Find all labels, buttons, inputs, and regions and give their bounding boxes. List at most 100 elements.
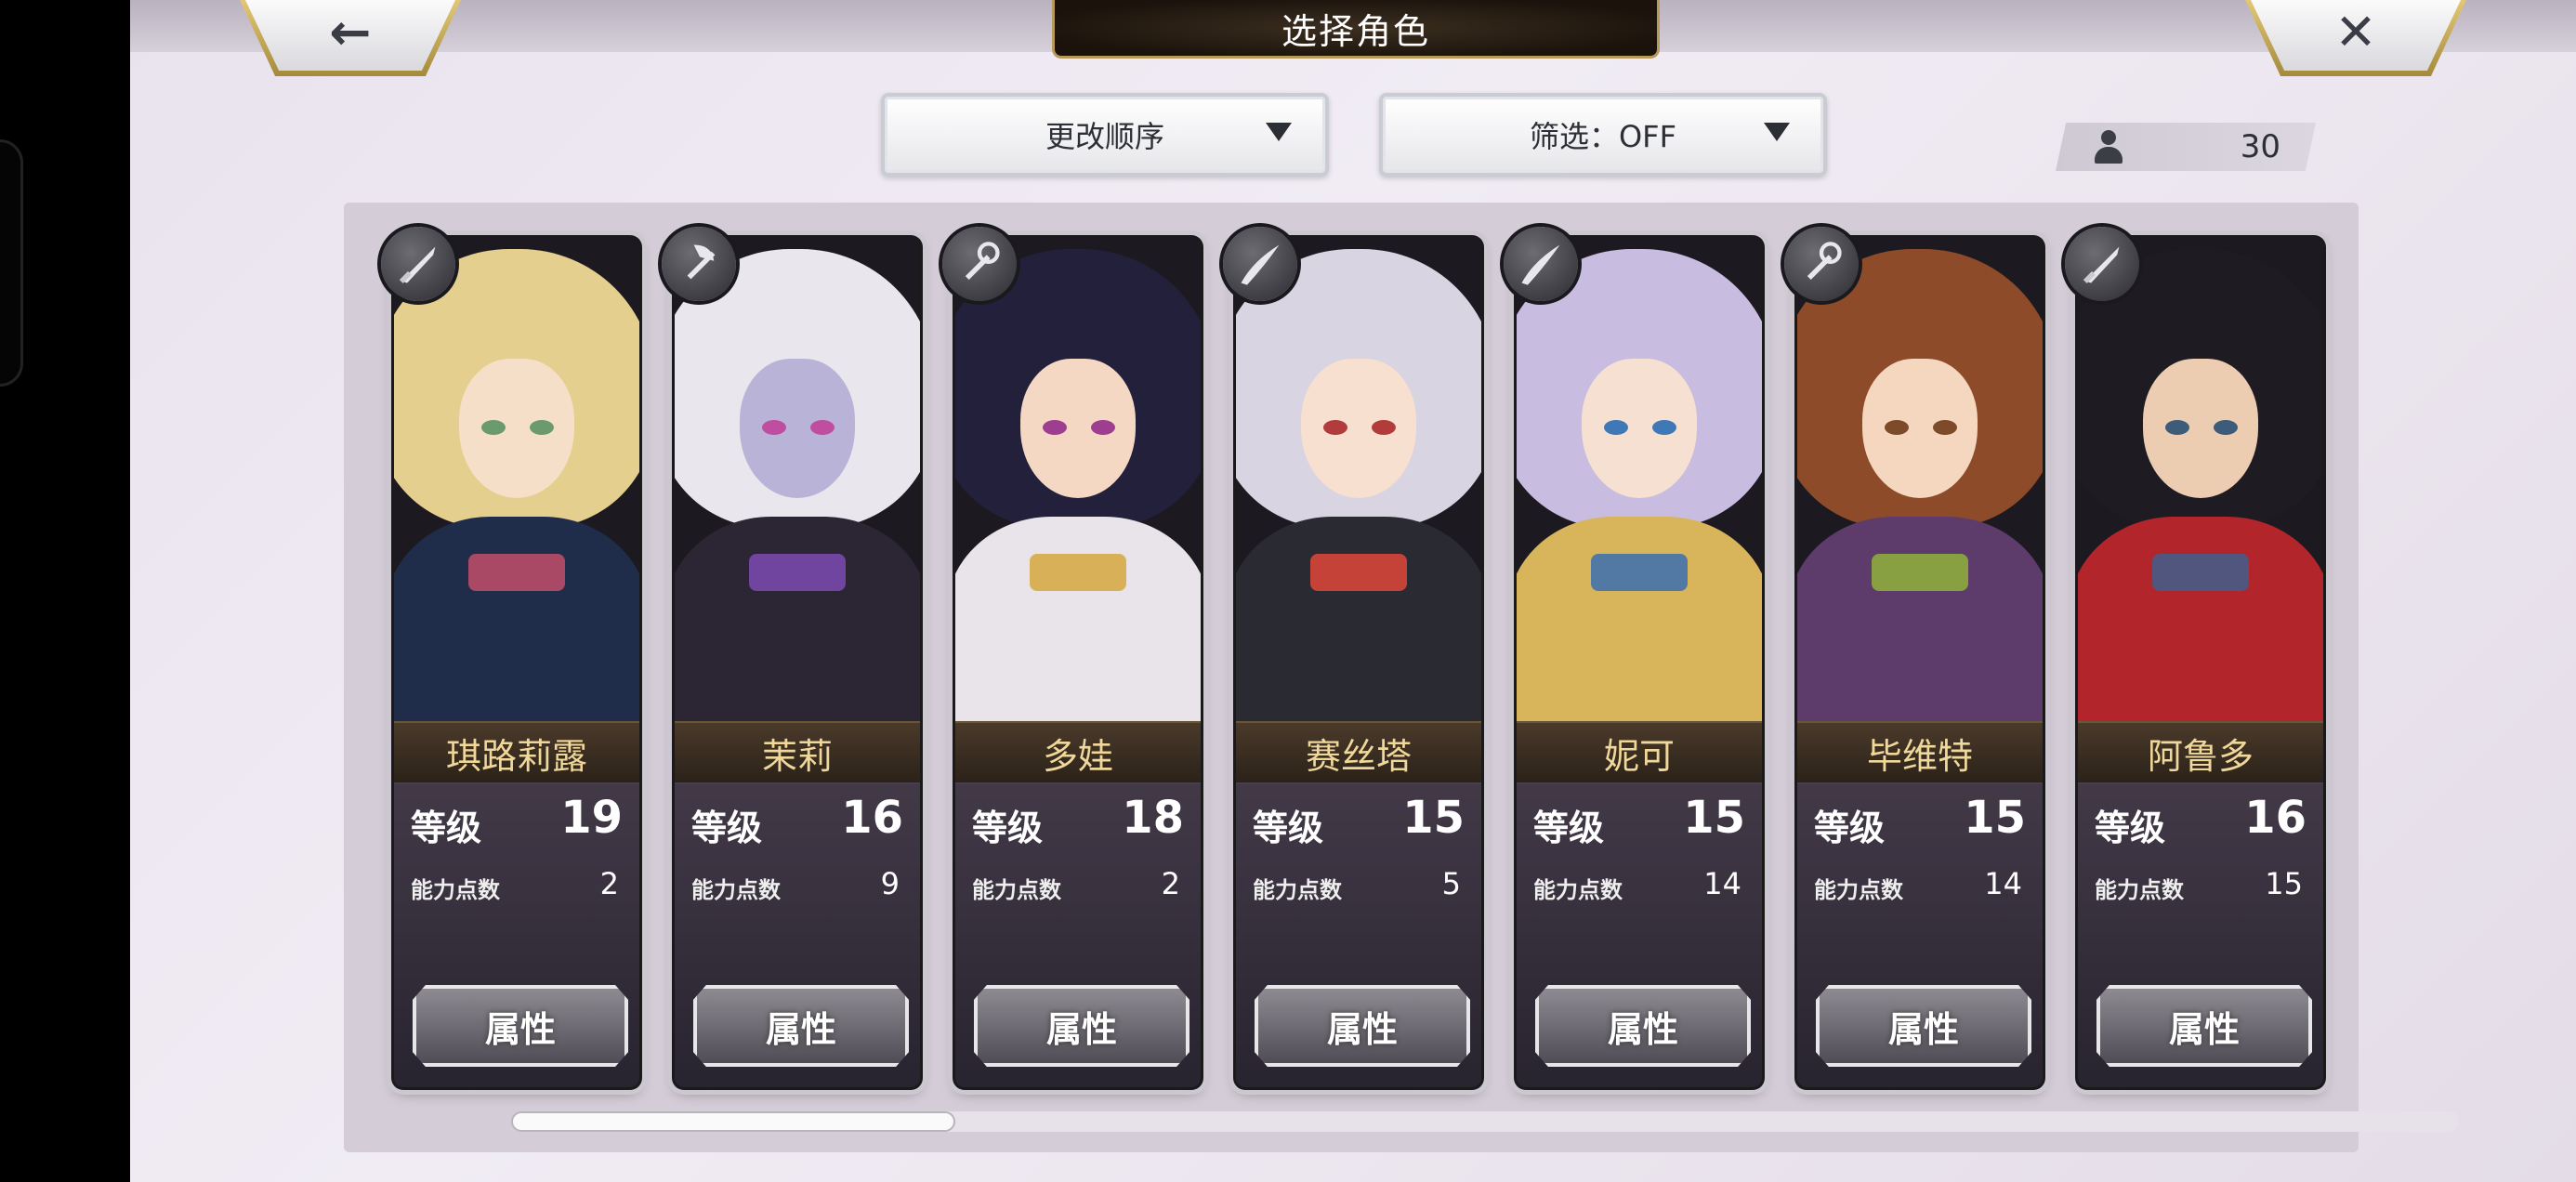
title-plate: 选择角色 (1052, 0, 1660, 59)
portrait-outfit (955, 517, 1201, 721)
character-card[interactable]: 多娃 等级 18 能力点数 2 (955, 238, 1201, 1087)
attributes-button[interactable]: 属性 (1255, 985, 1470, 1067)
portrait-outfit (1517, 517, 1762, 721)
attributes-button[interactable]: 属性 (1816, 985, 2031, 1067)
attributes-button-label: 属性 (1887, 1008, 1959, 1050)
ability-points-label: 能力点数 (411, 877, 500, 903)
portrait-face (459, 359, 574, 498)
filter-dropdown[interactable]: 筛选：OFF (1379, 93, 1827, 177)
chevron-down-icon (1764, 123, 1790, 141)
portrait-eye (1323, 420, 1347, 435)
chevron-down-icon (1266, 123, 1292, 141)
attributes-button[interactable]: 属性 (2096, 985, 2312, 1067)
person-icon (2093, 130, 2124, 164)
level-label: 等级 (2095, 808, 2166, 848)
character-portrait (1797, 238, 2043, 721)
portrait-eye (1933, 420, 1957, 435)
character-name-bar: 赛丝塔 (1236, 721, 1481, 784)
ability-points-value: 15 (2265, 866, 2303, 901)
character-name-bar: 多娃 (955, 721, 1201, 784)
staff-icon (942, 227, 1017, 301)
page-title: 选择角色 (1281, 10, 1430, 52)
character-name-bar: 琪路莉露 (394, 721, 639, 784)
portrait-outfit (394, 517, 639, 721)
portrait-eye (530, 420, 554, 435)
level-label: 等级 (1253, 808, 1324, 848)
level-label: 等级 (691, 808, 763, 848)
character-name-bar: 茉莉 (675, 721, 920, 784)
attributes-button-label: 属性 (1326, 1008, 1398, 1050)
character-count: 30 (2056, 123, 2316, 171)
device-notch (0, 139, 23, 387)
ability-points-value: 14 (1703, 866, 1741, 901)
level-value: 15 (1683, 792, 1745, 844)
portrait-eye (1043, 420, 1067, 435)
portrait-accent (1310, 554, 1407, 591)
ability-points-label: 能力点数 (972, 877, 1061, 903)
level-label: 等级 (411, 808, 482, 848)
attributes-button-label: 属性 (1607, 1008, 1678, 1050)
ability-points-value: 2 (1161, 866, 1180, 901)
attributes-button[interactable]: 属性 (413, 985, 628, 1067)
character-name: 赛丝塔 (1305, 735, 1412, 777)
sort-dropdown[interactable]: 更改顺序 (881, 93, 1329, 177)
level-value: 18 (1122, 792, 1184, 844)
sort-label: 更改顺序 (1045, 119, 1164, 154)
attributes-button[interactable]: 属性 (974, 985, 1189, 1067)
character-card[interactable]: 赛丝塔 等级 15 能力点数 5 (1236, 238, 1481, 1087)
portrait-eye (1091, 420, 1115, 435)
back-arrow-icon: ← (329, 3, 372, 61)
device-bezel (0, 0, 130, 1182)
portrait-face (1862, 359, 1978, 498)
level-label: 等级 (972, 808, 1044, 848)
blade-icon (1504, 227, 1578, 301)
portrait-outfit (675, 517, 920, 721)
portrait-eye (1652, 420, 1676, 435)
portrait-eye (2165, 420, 2189, 435)
character-card[interactable]: 琪路莉露 等级 19 能力点数 2 (394, 238, 639, 1087)
character-card[interactable]: 茉莉 等级 16 能力点数 9 (675, 238, 920, 1087)
back-button[interactable]: ← (245, 0, 455, 71)
ability-points-label: 能力点数 (1814, 877, 1903, 903)
portrait-face (1582, 359, 1697, 498)
attributes-button-label: 属性 (2168, 1008, 2240, 1050)
portrait-accent (749, 554, 846, 591)
character-name: 多娃 (1042, 735, 1113, 777)
character-portrait (1236, 238, 1481, 721)
attributes-button[interactable]: 属性 (693, 985, 909, 1067)
portrait-outfit (2078, 517, 2323, 721)
character-card[interactable]: 妮可 等级 15 能力点数 14 (1517, 238, 1762, 1087)
axe-icon (662, 227, 736, 301)
portrait-eye (1604, 420, 1628, 435)
portrait-outfit (1797, 517, 2043, 721)
level-value: 15 (1964, 792, 2026, 844)
close-icon: ✕ (2334, 3, 2377, 61)
scrollbar-thumb[interactable] (511, 1111, 955, 1132)
character-name-bar: 妮可 (1517, 721, 1762, 784)
portrait-eye (810, 420, 835, 435)
portrait-outfit (1236, 517, 1481, 721)
blade-icon (1223, 227, 1297, 301)
close-button[interactable]: ✕ (2251, 0, 2461, 71)
character-card[interactable]: 毕维特 等级 15 能力点数 14 (1797, 238, 2043, 1087)
game-screen: ← 选择角色 ✕ 更改顺序 筛选：OFF 30 琪路莉露 等级 19 能力点数 … (130, 0, 2576, 1182)
portrait-eye (1885, 420, 1909, 435)
character-name: 琪路莉露 (445, 735, 587, 777)
attributes-button-label: 属性 (765, 1008, 836, 1050)
character-portrait (1517, 238, 1762, 721)
ability-points-label: 能力点数 (1253, 877, 1342, 903)
portrait-eye (2214, 420, 2238, 435)
portrait-accent (468, 554, 565, 591)
ability-points-value: 5 (1441, 866, 1461, 901)
character-card[interactable]: 阿鲁多 等级 16 能力点数 15 (2078, 238, 2323, 1087)
attributes-button[interactable]: 属性 (1535, 985, 1751, 1067)
portrait-eye (481, 420, 506, 435)
portrait-face (740, 359, 855, 498)
character-name: 茉莉 (761, 735, 833, 777)
portrait-eye (1372, 420, 1396, 435)
sword-icon (381, 227, 455, 301)
level-value: 15 (1402, 792, 1465, 844)
portrait-accent (2152, 554, 2249, 591)
portrait-accent (1872, 554, 1968, 591)
staff-icon (1784, 227, 1859, 301)
